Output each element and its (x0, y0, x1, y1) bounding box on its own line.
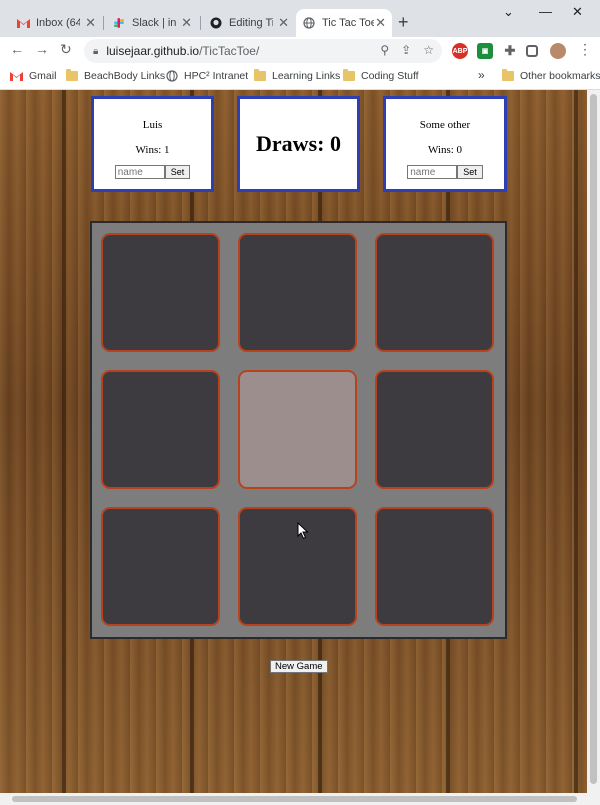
player1-wins: Wins: 1 (135, 144, 170, 156)
board-cell[interactable] (101, 507, 220, 626)
address-bar[interactable]: 🔒︎ luisejaar.github.io/TicTacToe/ ⚲ ⇪ ☆ (84, 39, 442, 63)
url-path: /TicTacToe/ (199, 44, 260, 58)
draws-card: Draws: 0 (237, 96, 360, 192)
bookmark-label: Learning Links (272, 70, 341, 82)
menu-icon[interactable]: ⋮ (578, 41, 592, 58)
draws-count: Draws: 0 (256, 131, 341, 156)
close-icon[interactable]: ✕ (181, 15, 192, 31)
bookmark-coding-stuff[interactable]: Coding Stuff (343, 69, 419, 82)
tab-tictactoe[interactable]: Tic Tac Toe ✕ (296, 9, 392, 37)
game-board (90, 221, 507, 639)
player2-wins: Wins: 0 (427, 144, 463, 156)
board-cell[interactable] (101, 370, 220, 489)
board-cell[interactable] (375, 370, 494, 489)
star-icon[interactable]: ☆ (423, 43, 434, 57)
tab-title: Editing Tic (229, 17, 273, 29)
board-cell[interactable] (101, 233, 220, 352)
player2-name-input[interactable] (407, 165, 458, 179)
side-panel-icon[interactable] (526, 45, 538, 57)
bookmark-other[interactable]: Other bookmarks (502, 69, 600, 82)
tab-title: Inbox (64) (36, 17, 80, 29)
slack-icon (112, 16, 126, 30)
adblock-icon[interactable]: ABP (452, 43, 468, 59)
new-game-button[interactable]: New Game (270, 660, 328, 673)
close-icon[interactable]: ✕ (278, 15, 289, 31)
tab-divider (200, 16, 201, 30)
bookmark-label: Other bookmarks (520, 70, 600, 82)
board-cell[interactable] (238, 233, 357, 352)
player1-name-input[interactable] (114, 165, 165, 179)
bookmark-hpc-intranet[interactable]: HPC² Intranet (166, 70, 248, 82)
github-icon (209, 16, 223, 30)
tab-editing[interactable]: Editing Tic ✕ (203, 9, 295, 37)
folder-icon (343, 69, 355, 81)
tab-slack[interactable]: Slack | intr ✕ (106, 9, 198, 37)
board-cell[interactable] (375, 233, 494, 352)
tab-strip: Inbox (64) ✕ Slack | intr ✕ Editing Tic … (0, 0, 600, 37)
tab-divider (103, 16, 104, 30)
bookmarks-overflow-button[interactable]: » (478, 68, 485, 82)
player1-card: Luis Wins: 1 Set (91, 96, 214, 192)
share-icon[interactable]: ⇪ (401, 43, 411, 57)
close-window-icon[interactable]: ✕ (572, 4, 583, 20)
horizontal-scrollbar[interactable] (0, 793, 600, 805)
puzzle-icon[interactable]: ✚ (502, 43, 518, 59)
forward-icon[interactable]: → (35, 41, 49, 57)
chevron-down-icon[interactable]: ⌄ (503, 4, 514, 20)
back-icon[interactable]: ← (10, 41, 24, 57)
avatar[interactable] (550, 43, 566, 59)
close-icon[interactable]: ✕ (375, 15, 386, 31)
player2-card: Some other Wins: 0 Set (383, 96, 507, 192)
bookmarks-bar: Gmail BeachBody Links HPC² Intranet Lear… (0, 65, 600, 90)
player1-name: Luis (142, 119, 163, 131)
bookmark-label: BeachBody Links (84, 70, 166, 82)
player2-set-button[interactable]: Set (457, 165, 483, 179)
folder-icon (254, 69, 266, 81)
bookmark-label: HPC² Intranet (184, 70, 249, 82)
url-host: luisejaar.github.io (106, 44, 200, 58)
mouse-cursor-icon (297, 521, 309, 545)
tab-title: Slack | intr (132, 17, 176, 29)
close-icon[interactable]: ✕ (85, 15, 96, 31)
browser-toolbar: ← → ↻ 🔒︎ luisejaar.github.io/TicTacToe/ … (0, 37, 600, 65)
player2-name: Some other (419, 119, 471, 131)
new-tab-button[interactable]: + (398, 12, 409, 33)
minimize-icon[interactable]: — (539, 4, 552, 19)
folder-icon (66, 69, 78, 81)
scrollbar-thumb[interactable] (12, 796, 577, 802)
bookmark-learning-links[interactable]: Learning Links (254, 69, 341, 82)
globe-icon (302, 16, 316, 30)
url-text: luisejaar.github.io/TicTacToe/ (106, 44, 259, 58)
vertical-scrollbar[interactable] (587, 90, 600, 793)
folder-icon (502, 69, 514, 81)
player1-set-button[interactable]: Set (164, 165, 191, 179)
bookmark-label: Coding Stuff (361, 70, 419, 82)
board-cell[interactable] (375, 507, 494, 626)
bookmark-beachbody[interactable]: BeachBody Links (66, 69, 166, 82)
board-cell[interactable] (238, 370, 357, 489)
zoom-icon[interactable]: ⚲ (380, 43, 389, 57)
bookmark-label: Gmail (29, 70, 57, 82)
extension-icon[interactable]: ▣ (477, 43, 493, 59)
globe-icon (166, 70, 178, 82)
bookmark-gmail[interactable]: Gmail (10, 70, 56, 82)
page-viewport: Luis Wins: 1 Set Draws: 0 Some other Win… (0, 90, 587, 793)
gmail-icon (16, 16, 30, 30)
reload-icon[interactable]: ↻ (60, 41, 72, 58)
lock-icon: 🔒︎ (93, 45, 99, 57)
gmail-icon (10, 71, 23, 81)
tab-title: Tic Tac Toe (322, 17, 374, 29)
tab-inbox[interactable]: Inbox (64) ✕ (10, 9, 102, 37)
scrollbar-thumb[interactable] (590, 94, 597, 784)
